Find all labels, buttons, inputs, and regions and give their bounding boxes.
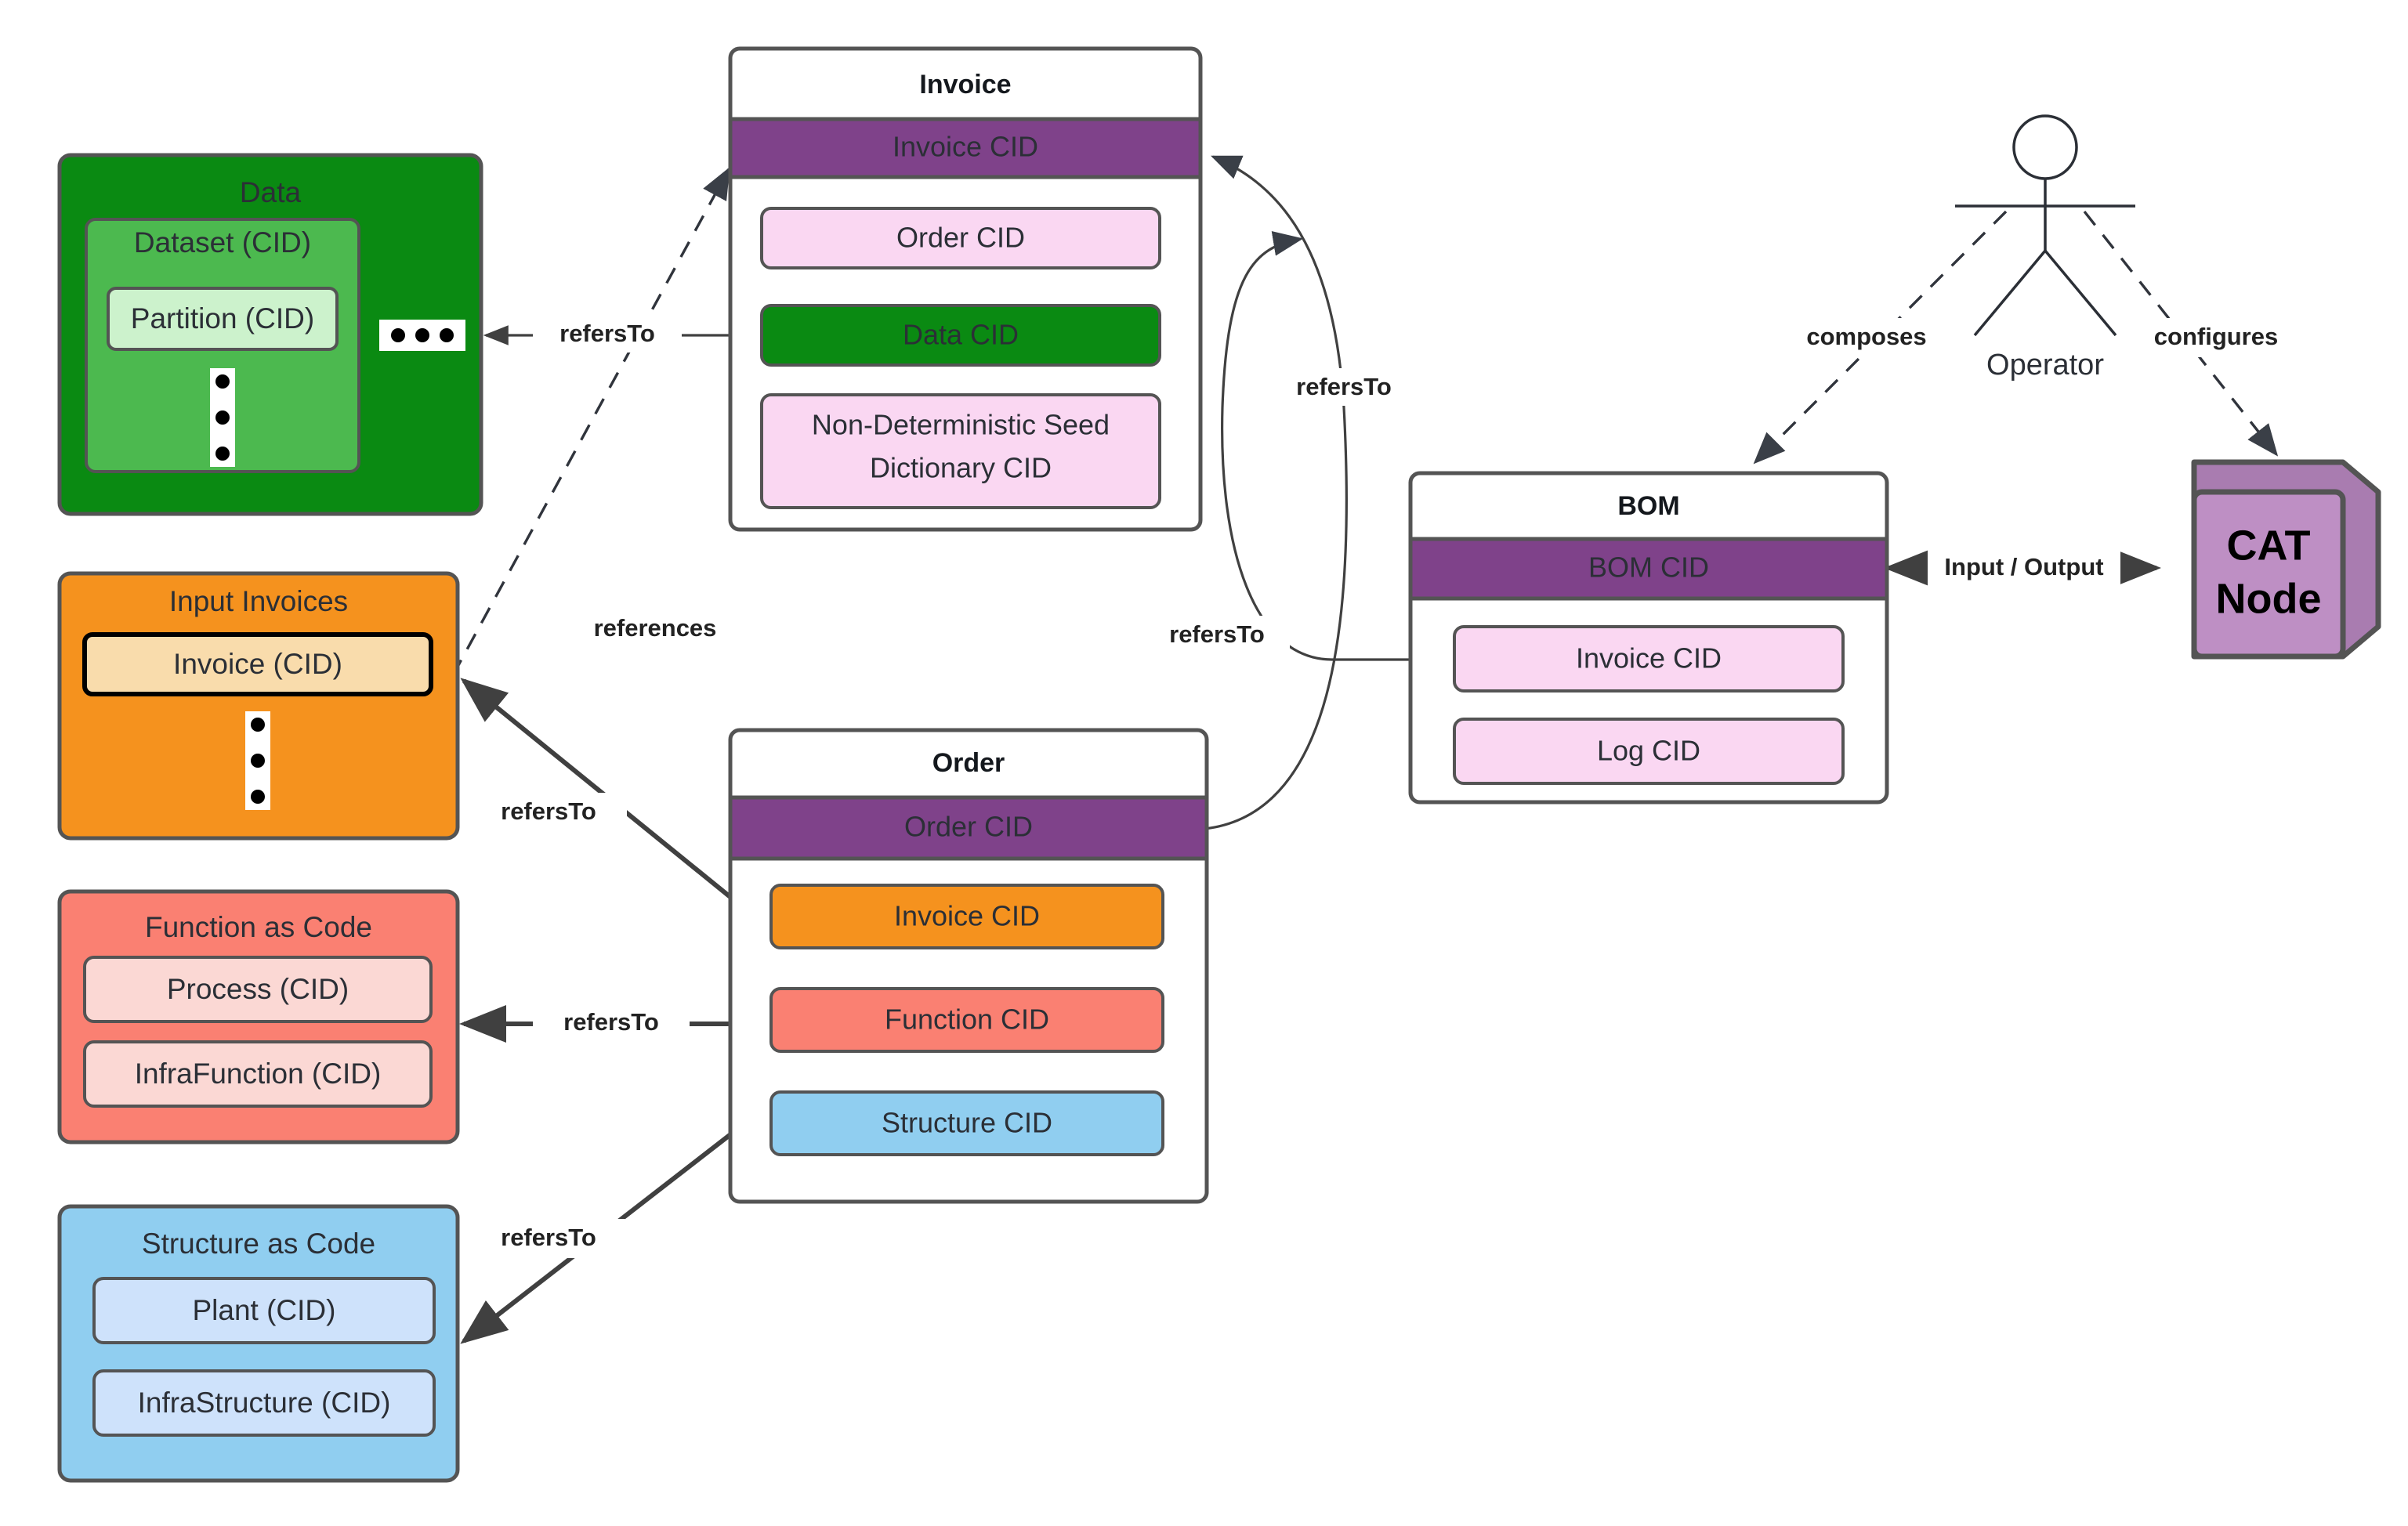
card-order-row-function-cid-label: Function CID <box>885 1003 1049 1036</box>
ellipsis-vertical-input-invoices <box>245 711 270 810</box>
group-dataset[interactable]: Dataset (CID) Partition (CID) <box>85 218 360 473</box>
actor-operator-label: Operator <box>1986 349 2104 382</box>
node-infrastructure-label: InfraStructure (CID) <box>138 1387 391 1419</box>
group-input-invoices-label: Input Invoices <box>169 585 348 617</box>
edge-label-invoice-to-input-invoices: references <box>570 609 740 647</box>
svg-text:references: references <box>594 614 717 642</box>
card-bom-row-log-cid-label: Log CID <box>1597 735 1700 767</box>
edge-label-order-cid-to-invoice-cid: refersTo <box>1271 368 1417 406</box>
edge-label-operator-configures-cat: configures <box>2136 318 2296 357</box>
svg-text:configures: configures <box>2154 323 2278 350</box>
card-bom-header-row[interactable]: BOM CID <box>1408 537 1889 601</box>
cat-node-label-line2: Node <box>2216 575 2322 622</box>
node-infrafunction-label: InfraFunction (CID) <box>135 1058 382 1090</box>
group-function-as-code[interactable]: Function as Code Process (CID) InfraFunc… <box>57 889 460 1144</box>
node-partition[interactable]: Partition (CID) <box>107 287 339 351</box>
ellipsis-vertical-dataset <box>210 368 235 467</box>
card-invoice-row-order-cid[interactable]: Order CID <box>760 207 1161 269</box>
group-dataset-label: Dataset (CID) <box>134 226 311 259</box>
edge-label-operator-composes-bom: composes <box>1788 318 1945 357</box>
edge-label-structure-cid-to-saac: refersTo <box>470 1219 627 1258</box>
svg-text:refersTo: refersTo <box>563 1008 659 1036</box>
edge-label-bom-invoice-to-order-cid: refersTo <box>1144 616 1290 653</box>
node-invoice-cid-item[interactable]: Invoice (CID) <box>82 632 433 696</box>
svg-text:refersTo: refersTo <box>559 320 655 347</box>
edge-label-function-cid-to-faac: refersTo <box>533 1004 690 1043</box>
svg-text:refersTo: refersTo <box>501 797 596 825</box>
card-order-row-structure-cid[interactable]: Structure CID <box>769 1090 1164 1156</box>
card-order-row-function-cid[interactable]: Function CID <box>769 987 1164 1053</box>
card-bom-row-log-cid[interactable]: Log CID <box>1453 718 1845 785</box>
card-bom[interactable]: BOM BOM CID Invoice CID Log CID <box>1408 471 1889 805</box>
card-invoice-header-row[interactable]: Invoice CID <box>728 117 1203 179</box>
diagram-svg: Data Dataset (CID) Partition (CID) Input… <box>57 46 2381 1483</box>
card-invoice-header-label: Invoice CID <box>893 131 1038 163</box>
edge-label-bom-cat-io: Input / Output <box>1928 548 2120 588</box>
card-order-row-invoice-cid-label: Invoice CID <box>894 900 1040 932</box>
svg-text:refersTo: refersTo <box>1169 620 1265 648</box>
card-invoice-row-data-cid-label: Data CID <box>903 319 1019 351</box>
card-order-row-invoice-cid[interactable]: Invoice CID <box>769 884 1164 949</box>
svg-text:composes: composes <box>1806 323 1926 350</box>
card-order-header-row[interactable]: Order CID <box>728 795 1209 861</box>
diagram-canvas: Data Dataset (CID) Partition (CID) Input… <box>0 0 2408 1526</box>
card-invoice-row-nds-cid[interactable]: Non-Deterministic Seed Dictionary CID <box>760 393 1161 509</box>
card-bom-row-invoice-cid[interactable]: Invoice CID <box>1453 625 1845 692</box>
cat-node[interactable]: CAT Node <box>2191 459 2381 660</box>
card-invoice-row-nds-cid-label-1: Non-Deterministic Seed <box>812 409 1110 441</box>
svg-text:refersTo: refersTo <box>501 1224 596 1251</box>
group-data[interactable]: Data Dataset (CID) Partition (CID) <box>57 153 483 516</box>
card-order-header-label: Order CID <box>904 811 1033 843</box>
node-plant-label: Plant (CID) <box>193 1294 336 1326</box>
node-invoice-cid-item-label: Invoice (CID) <box>173 648 342 680</box>
card-order[interactable]: Order Order CID Invoice CID Function CID… <box>728 728 1209 1204</box>
edge-label-order-to-input-invoices: refersTo <box>470 793 627 832</box>
card-bom-title: BOM <box>1617 491 1679 521</box>
node-infrafunction[interactable]: InfraFunction (CID) <box>83 1040 433 1108</box>
group-input-invoices[interactable]: Input Invoices Invoice (CID) <box>57 571 460 841</box>
card-order-title: Order <box>932 748 1005 778</box>
card-order-row-structure-cid-label: Structure CID <box>882 1107 1052 1139</box>
group-data-label: Data <box>240 176 302 208</box>
edge-label-data-cid-to-data: refersTo <box>533 313 682 353</box>
svg-text:refersTo: refersTo <box>1296 373 1392 400</box>
card-invoice-row-data-cid[interactable]: Data CID <box>760 304 1161 367</box>
card-bom-row-invoice-cid-label: Invoice CID <box>1576 642 1722 674</box>
cat-node-label-line1: CAT <box>2227 522 2311 569</box>
node-infrastructure[interactable]: InfraStructure (CID) <box>92 1369 436 1437</box>
node-process-label: Process (CID) <box>167 973 349 1005</box>
node-plant[interactable]: Plant (CID) <box>92 1277 436 1344</box>
group-function-as-code-label: Function as Code <box>145 911 372 943</box>
svg-text:Input / Output: Input / Output <box>1944 553 2103 580</box>
node-partition-label: Partition (CID) <box>131 302 314 334</box>
group-structure-as-code[interactable]: Structure as Code Plant (CID) InfraStruc… <box>57 1204 460 1483</box>
card-invoice[interactable]: Invoice Invoice CID Order CID Data CID N… <box>728 46 1203 532</box>
card-invoice-row-order-cid-label: Order CID <box>896 222 1025 254</box>
group-structure-as-code-label: Structure as Code <box>142 1228 375 1260</box>
card-bom-header-label: BOM CID <box>1588 551 1709 584</box>
actor-operator[interactable]: Operator <box>1955 114 2135 382</box>
ellipsis-horizontal-data <box>379 320 465 351</box>
card-invoice-row-nds-cid-label-2: Dictionary CID <box>870 452 1052 484</box>
edge-invoice-to-input-invoices <box>451 167 730 676</box>
node-process[interactable]: Process (CID) <box>83 956 433 1023</box>
card-invoice-title: Invoice <box>919 70 1011 99</box>
